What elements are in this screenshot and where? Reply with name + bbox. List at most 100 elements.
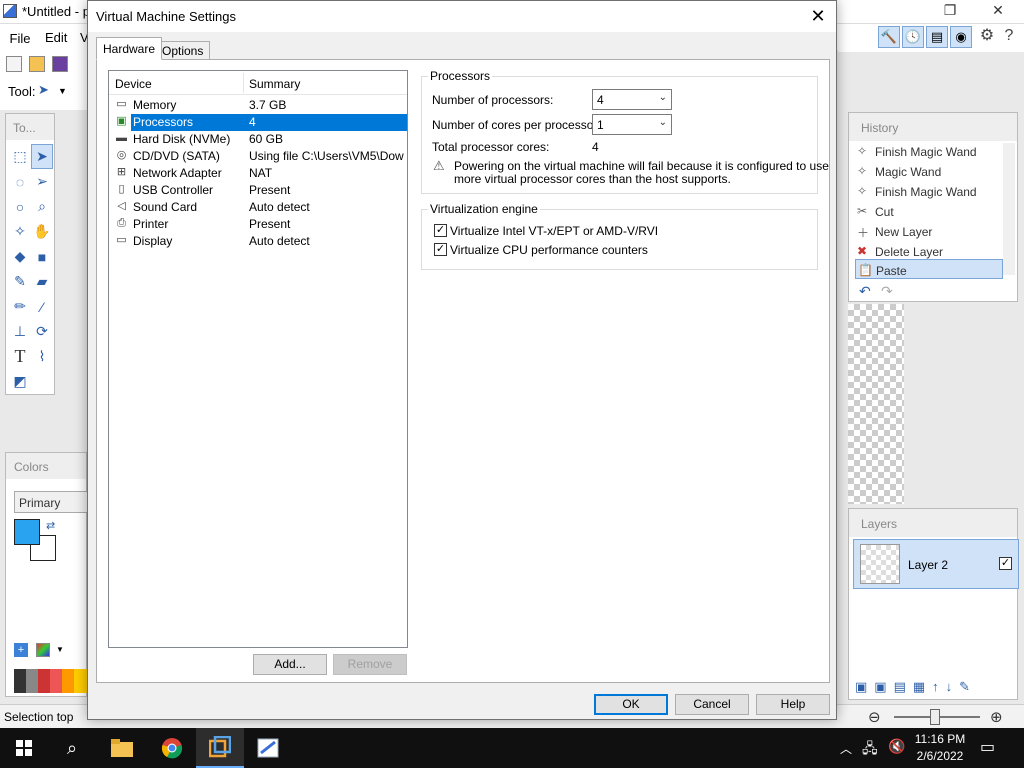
- device-row-usb-controller[interactable]: ▯ USB Controller Present: [114, 182, 407, 199]
- device-row-memory[interactable]: ▭ Memory 3.7 GB: [114, 97, 407, 114]
- notification-icon[interactable]: ▭: [980, 737, 995, 757]
- layer-row[interactable]: Layer 2 ✓: [853, 539, 1019, 589]
- open-folder-icon[interactable]: [29, 56, 45, 72]
- ok-button[interactable]: OK: [594, 694, 668, 715]
- close-icon[interactable]: ✕: [986, 2, 1010, 19]
- history-item[interactable]: ＋ New Layer: [855, 221, 1003, 241]
- lasso-icon[interactable]: ◌: [9, 169, 31, 194]
- history-item[interactable]: ✧ Magic Wand: [855, 161, 1003, 181]
- canvas-area[interactable]: [848, 304, 904, 504]
- layer-visibility-checkbox[interactable]: ✓: [999, 557, 1012, 570]
- device-row-display[interactable]: ▭ Display Auto detect: [114, 233, 407, 250]
- zoom-in-icon[interactable]: ⊕: [990, 708, 1003, 726]
- history-item[interactable]: ✖ Delete Layer: [855, 241, 1003, 261]
- vtx-label[interactable]: Virtualize Intel VT-x/EPT or AMD-V/RVI: [450, 224, 658, 238]
- gear-icon[interactable]: ⚙: [976, 26, 998, 48]
- tray-chevron-up-icon[interactable]: ︿: [840, 740, 852, 757]
- line-curve-icon[interactable]: ⌇: [31, 344, 53, 369]
- eraser-icon[interactable]: ▰: [31, 269, 53, 294]
- magic-wand-icon[interactable]: ✧: [9, 219, 31, 244]
- network-tray-icon[interactable]: 🖧: [862, 738, 878, 762]
- processors-group-label: Processors: [428, 69, 493, 83]
- add-device-button[interactable]: Add...: [253, 654, 327, 675]
- cancel-button[interactable]: Cancel: [675, 694, 749, 715]
- shapes-icon[interactable]: ◩: [9, 369, 31, 394]
- rectangle-select-icon[interactable]: ⬚: [9, 144, 31, 169]
- move-selection-tool-icon[interactable]: ➢: [31, 169, 53, 194]
- palette-icon[interactable]: [36, 643, 50, 657]
- zoom-out-icon[interactable]: ⊖: [868, 708, 881, 726]
- start-button[interactable]: [0, 728, 48, 768]
- vtx-checkbox[interactable]: ✓: [434, 224, 447, 237]
- cpu-counters-label[interactable]: Virtualize CPU performance counters: [450, 243, 648, 257]
- menu-edit[interactable]: Edit: [45, 30, 67, 45]
- add-color-icon[interactable]: +: [14, 643, 28, 657]
- num-processors-select[interactable]: 4 ⌄: [592, 89, 672, 110]
- tab-options[interactable]: Options: [155, 41, 211, 60]
- primary-color-swatch[interactable]: [14, 519, 40, 545]
- device-row-sound-card[interactable]: ◁ Sound Card Auto detect: [114, 199, 407, 216]
- redo-icon[interactable]: ↷: [881, 283, 893, 300]
- history-item[interactable]: ✧ Finish Magic Wand: [855, 181, 1003, 201]
- colors-toggle-icon[interactable]: ◉: [950, 26, 972, 48]
- help-button[interactable]: Help: [756, 694, 830, 715]
- file-explorer-icon[interactable]: [98, 728, 146, 768]
- cores-per-processor-select[interactable]: 1 ⌄: [592, 114, 672, 135]
- pencil-icon[interactable]: ✏: [9, 294, 31, 319]
- maximize-icon[interactable]: ❐: [938, 2, 962, 19]
- history-item-selected[interactable]: 📋 Paste: [855, 259, 1003, 279]
- layer-tools-icons[interactable]: ▣▣▤▦↑↓✎: [855, 679, 977, 695]
- column-header-summary[interactable]: Summary: [249, 77, 300, 91]
- device-row-processors[interactable]: ▣ Processors 4: [114, 114, 407, 131]
- color-palette[interactable]: [14, 669, 94, 693]
- close-icon[interactable]: ✕: [806, 5, 830, 27]
- move-tool-icon[interactable]: ➤: [31, 144, 53, 169]
- device-row-printer[interactable]: ⎙ Printer Present: [114, 216, 407, 233]
- zoom-slider-thumb[interactable]: [930, 709, 940, 725]
- paint-net-taskbar-icon[interactable]: [244, 728, 292, 768]
- layer-name: Layer 2: [908, 558, 949, 572]
- tools-toggle-icon[interactable]: 🔨: [878, 26, 900, 48]
- paintbrush-icon[interactable]: ✎: [9, 269, 31, 294]
- clock-date[interactable]: 2/6/2022: [914, 749, 966, 763]
- remove-device-button[interactable]: Remove: [333, 654, 407, 675]
- cpu-counters-checkbox[interactable]: ✓: [434, 243, 447, 256]
- gradient-icon[interactable]: ■: [31, 244, 53, 269]
- device-row-network-adapter[interactable]: ⊞ Network Adapter NAT: [114, 165, 407, 182]
- column-header-device[interactable]: Device: [115, 77, 152, 91]
- undo-icon[interactable]: ↶: [859, 283, 871, 300]
- device-name: Hard Disk (NVMe): [133, 132, 231, 146]
- save-icon[interactable]: [52, 56, 68, 72]
- clock-time[interactable]: 11:16 PM: [914, 732, 966, 746]
- layers-toggle-icon[interactable]: ▤: [926, 26, 948, 48]
- chrome-icon[interactable]: [148, 728, 196, 768]
- device-row-hard-disk[interactable]: ▬ Hard Disk (NVMe) 60 GB: [114, 131, 407, 148]
- text-icon[interactable]: T: [9, 344, 31, 369]
- palette-chevron-icon[interactable]: ▼: [56, 645, 64, 654]
- column-separator[interactable]: [243, 73, 244, 93]
- search-icon[interactable]: ⌕: [48, 728, 96, 768]
- zoom-icon[interactable]: ⌕: [31, 194, 53, 219]
- help-icon[interactable]: ?: [998, 26, 1020, 48]
- device-list[interactable]: Device Summary ▭ Memory 3.7 GB ▣ Process…: [108, 70, 408, 648]
- history-item[interactable]: ✂ Cut: [855, 201, 1003, 221]
- device-row-cd-dvd[interactable]: ◎ CD/DVD (SATA) Using file C:\Users\VM5\…: [114, 148, 407, 165]
- pan-icon[interactable]: ✋: [31, 219, 53, 244]
- vmware-workstation-icon[interactable]: [196, 728, 244, 768]
- new-file-icon[interactable]: [6, 56, 22, 72]
- tab-hardware[interactable]: Hardware: [96, 37, 163, 60]
- move-selection-icon[interactable]: ➤: [38, 82, 49, 98]
- ellipse-select-icon[interactable]: ○: [9, 194, 31, 219]
- primary-secondary-select[interactable]: Primary: [14, 491, 94, 513]
- paint-bucket-icon[interactable]: ◆: [9, 244, 31, 269]
- color-picker-icon[interactable]: ⁄: [31, 294, 53, 319]
- menu-file[interactable]: File: [4, 26, 36, 48]
- chevron-down-icon[interactable]: ▼: [58, 86, 67, 96]
- history-scrollbar[interactable]: [1003, 143, 1015, 275]
- recolor-icon[interactable]: ⟳: [31, 319, 53, 344]
- volume-muted-icon[interactable]: 🔇: [888, 738, 905, 755]
- swap-colors-icon[interactable]: ⇄: [46, 519, 55, 532]
- history-item[interactable]: ✧ Finish Magic Wand: [855, 141, 1003, 161]
- history-toggle-icon[interactable]: 🕓: [902, 26, 924, 48]
- clone-stamp-icon[interactable]: ⊥: [9, 319, 31, 344]
